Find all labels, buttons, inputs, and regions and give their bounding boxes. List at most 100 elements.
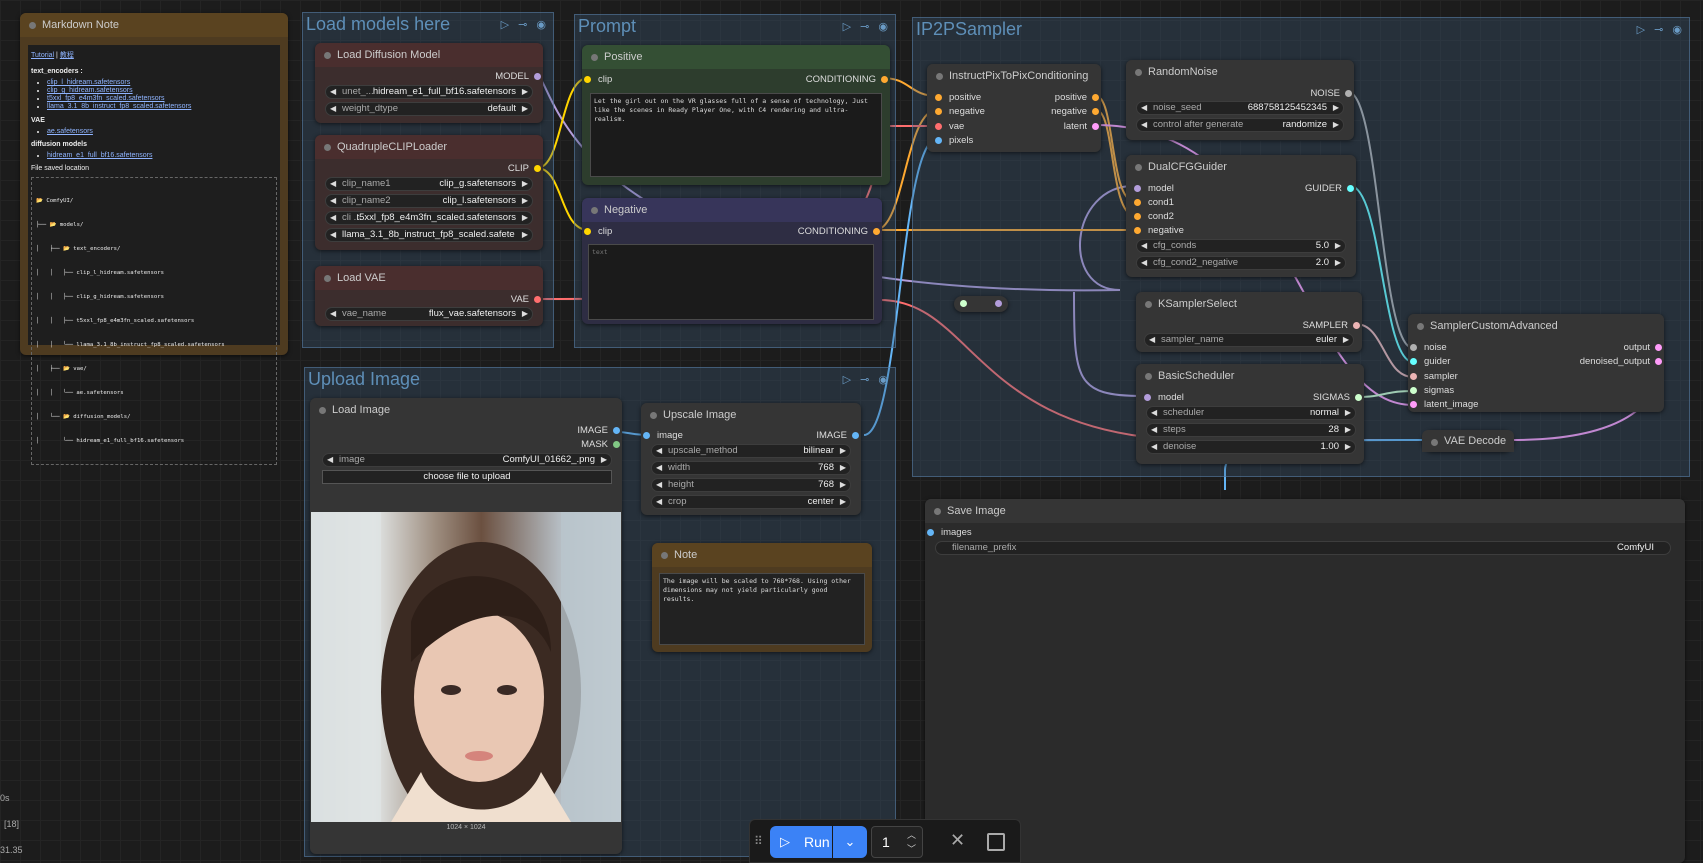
arrow-left-icon[interactable]: ◀ xyxy=(1141,102,1147,114)
scheduler-widget[interactable]: ◀ scheduler normal ▶ xyxy=(1146,406,1356,420)
positive-input-dot[interactable] xyxy=(935,94,942,101)
upload-button[interactable]: choose file to upload xyxy=(322,470,612,484)
tutorial-cn-link[interactable]: 教程 xyxy=(60,52,74,59)
image-output[interactable]: IMAGE xyxy=(816,430,861,441)
vae-decode-node[interactable]: VAE Decode xyxy=(1422,430,1514,452)
negative-prompt-node[interactable]: Negative clip CONDITIONING text xyxy=(582,198,882,324)
upscale-method-widget[interactable]: ◀ upscale_method bilinear ▶ xyxy=(651,444,851,458)
save-image-node[interactable]: Save Image images filename_prefix ComfyUI xyxy=(925,499,1685,863)
arrow-right-icon[interactable]: ▶ xyxy=(522,195,528,207)
arrow-right-icon[interactable]: ▶ xyxy=(522,103,528,115)
clip-input-dot[interactable] xyxy=(584,228,591,235)
load-vae-node[interactable]: Load VAE VAE ◀ vae_name flux_vae.safetenso… xyxy=(315,266,543,326)
arrow-left-icon[interactable]: ◀ xyxy=(327,454,333,466)
arrow-left-icon[interactable]: ◀ xyxy=(656,462,662,474)
arrow-left-icon[interactable]: ◀ xyxy=(656,445,662,457)
group-controls-icon[interactable]: ▷ ⊸ ◉ xyxy=(501,18,549,31)
noise-output[interactable]: NOISE xyxy=(1310,88,1354,99)
model-output-dot[interactable] xyxy=(534,73,541,80)
arrow-left-icon[interactable]: ◀ xyxy=(330,229,336,241)
vae-input[interactable]: vae xyxy=(933,121,964,132)
instruct-pix2pix-conditioning-node[interactable]: InstructPixToPixConditioning positive ne… xyxy=(927,64,1101,152)
group-controls-icon[interactable]: ▷ ⊸ ◉ xyxy=(843,20,891,33)
arrow-left-icon[interactable]: ◀ xyxy=(330,103,336,115)
arrow-right-icon[interactable]: ▶ xyxy=(522,212,528,224)
arrow-right-icon[interactable]: ▶ xyxy=(522,308,528,320)
group-controls-icon[interactable]: ▷ ⊸ ◉ xyxy=(843,373,891,386)
arrow-right-icon[interactable]: ▶ xyxy=(522,178,528,190)
denoised-output[interactable]: denoised_output xyxy=(1580,356,1664,367)
filename-prefix-widget[interactable]: filename_prefix ComfyUI xyxy=(935,541,1671,555)
image-input[interactable]: image xyxy=(641,430,683,441)
mask-output-dot[interactable] xyxy=(613,441,620,448)
arrow-left-icon[interactable]: ◀ xyxy=(1141,119,1147,131)
arrow-right-icon[interactable]: ▶ xyxy=(840,496,846,508)
weight-dtype-widget[interactable]: ◀ weight_dtype default ▶ xyxy=(325,102,533,116)
noise-input[interactable]: noise xyxy=(1408,342,1447,353)
crop-widget[interactable]: ◀ crop center ▶ xyxy=(651,495,851,509)
file-link[interactable]: clip_g_hidream.safetensors xyxy=(47,87,133,94)
unet-name-widget[interactable]: ◀ unet_... hidream_e1_full_bf16.safetensor… xyxy=(325,85,533,99)
vae-output[interactable]: VAE xyxy=(511,294,543,305)
sigmas-output-dot[interactable] xyxy=(1355,394,1362,401)
arrow-right-icon[interactable]: ▶ xyxy=(522,86,528,98)
arrow-left-icon[interactable]: ◀ xyxy=(330,308,336,320)
clip-name1-widget[interactable]: ◀ clip_name1 clip_g.safetensors ▶ xyxy=(325,177,533,191)
arrow-right-icon[interactable]: ▶ xyxy=(1345,441,1351,453)
basic-scheduler-node[interactable]: BasicScheduler model SIGMAS ◀ scheduler no… xyxy=(1136,364,1364,464)
vae-name-widget[interactable]: ◀ vae_name flux_vae.safetensors ▶ xyxy=(325,307,533,321)
arrow-left-icon[interactable]: ◀ xyxy=(1151,424,1157,436)
negative-input[interactable]: negative xyxy=(1132,225,1184,236)
arrow-right-icon[interactable]: ▶ xyxy=(1333,119,1339,131)
image-output-dot[interactable] xyxy=(852,432,859,439)
pixels-input[interactable]: pixels xyxy=(933,135,973,146)
arrow-right-icon[interactable]: ▶ xyxy=(1335,257,1341,269)
positive-input[interactable]: positive xyxy=(933,92,981,103)
model-input-dot[interactable] xyxy=(1144,394,1151,401)
arrow-right-icon[interactable]: ▶ xyxy=(1335,240,1341,252)
conditioning-output[interactable]: CONDITIONING xyxy=(798,226,882,237)
model-input-dot[interactable] xyxy=(1134,185,1141,192)
pixels-input-dot[interactable] xyxy=(935,137,942,144)
load-image-node[interactable]: Load Image IMAGE MASK ◀ image ComfyUI_0166… xyxy=(310,398,622,854)
quadruple-clip-loader-node[interactable]: QuadrupleCLIPLoader CLIP ◀ clip_name1 clip… xyxy=(315,135,543,250)
file-link[interactable]: hidream_e1_full_bf16.safetensors xyxy=(47,152,152,159)
arrow-right-icon[interactable]: ▶ xyxy=(840,462,846,474)
output-output-dot[interactable] xyxy=(1655,344,1662,351)
drag-handle-icon[interactable]: ⠿ xyxy=(754,834,763,848)
cond1-input[interactable]: cond1 xyxy=(1132,197,1174,208)
sampler-input-dot[interactable] xyxy=(1410,373,1417,380)
image-select-widget[interactable]: ◀ image ComfyUI_01662_.png ▶ xyxy=(322,453,612,467)
clip-output-dot[interactable] xyxy=(534,165,541,172)
arrow-left-icon[interactable]: ◀ xyxy=(1151,441,1157,453)
arrow-right-icon[interactable]: ▶ xyxy=(1333,102,1339,114)
mask-output[interactable]: MASK xyxy=(581,439,622,450)
file-link[interactable]: t5xxl_fp8_e4m3fn_scaled.safetensors xyxy=(47,95,165,102)
cond2-input[interactable]: cond2 xyxy=(1132,211,1174,222)
model-input[interactable]: model xyxy=(1142,392,1184,403)
sigmas-input[interactable]: sigmas xyxy=(1408,385,1454,396)
run-options-button[interactable]: ⌄ xyxy=(833,826,867,858)
arrow-left-icon[interactable]: ◀ xyxy=(1149,334,1155,346)
guider-output[interactable]: GUIDER xyxy=(1305,183,1356,194)
steps-widget[interactable]: ◀ steps 28 ▶ xyxy=(1146,423,1356,437)
stop-square-icon[interactable] xyxy=(987,833,1005,851)
arrow-right-icon[interactable]: ▶ xyxy=(1345,424,1351,436)
sigmas-output[interactable]: SIGMAS xyxy=(1313,392,1364,403)
cond2-input-dot[interactable] xyxy=(1134,213,1141,220)
clip-input[interactable]: clip xyxy=(582,226,612,237)
sampler-output-dot[interactable] xyxy=(1353,322,1360,329)
guider-input[interactable]: guider xyxy=(1408,356,1450,367)
clip-name2-widget[interactable]: ◀ clip_name2 clip_l.safetensors ▶ xyxy=(325,194,533,208)
noise-input-dot[interactable] xyxy=(1410,344,1417,351)
arrow-left-icon[interactable]: ◀ xyxy=(1141,257,1147,269)
images-input-dot[interactable] xyxy=(927,529,934,536)
vae-output-dot[interactable] xyxy=(534,296,541,303)
arrow-left-icon[interactable]: ◀ xyxy=(330,178,336,190)
vae-input-dot[interactable] xyxy=(935,123,942,130)
clip-input-dot[interactable] xyxy=(584,76,591,83)
cfg-conds-widget[interactable]: ◀ cfg_conds 5.0 ▶ xyxy=(1136,239,1346,253)
upscale-image-node[interactable]: Upscale Image image IMAGE ◀ upscale_metho… xyxy=(641,403,861,515)
note-textarea[interactable]: The image will be scaled to 768*768. Usi… xyxy=(659,573,865,645)
dual-cfg-guider-node[interactable]: DualCFGGuider model cond1 cond2 negative… xyxy=(1126,155,1356,277)
